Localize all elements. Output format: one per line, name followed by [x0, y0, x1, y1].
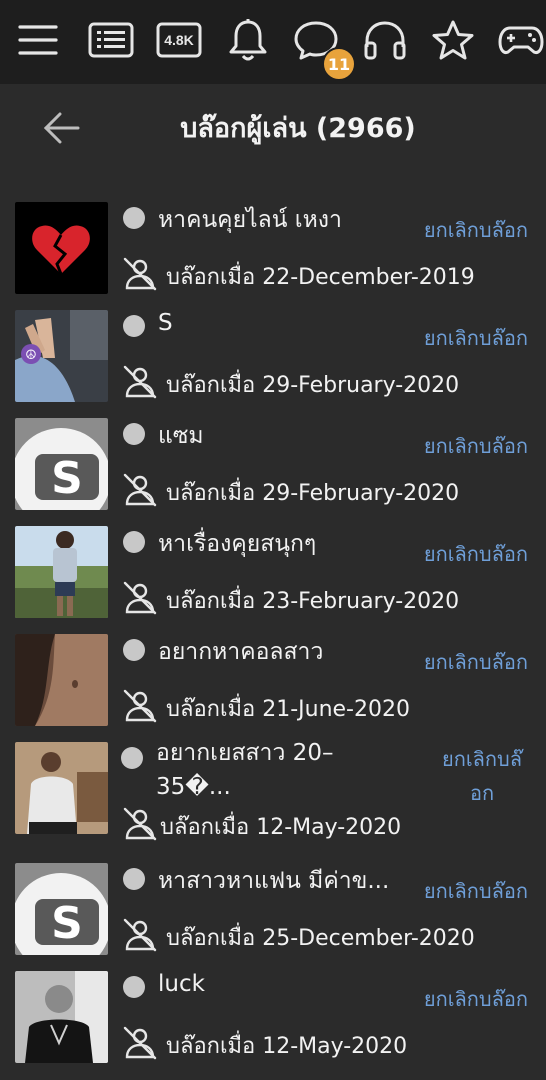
list-icon[interactable] — [88, 17, 134, 63]
status-dot — [123, 976, 145, 998]
blocked-date: บล๊อกเมื่อ 29-February-2020 — [166, 481, 460, 506]
top-navigation-bar: 4.8K 11 — [0, 0, 546, 84]
unblock-button[interactable]: ยกเลิกบล๊อก — [424, 983, 528, 1015]
user-name: อยากหาคอลสาว — [158, 639, 324, 665]
blocked-date: บล๊อกเมื่อ 25-December-2020 — [166, 926, 475, 951]
blocked-user-list: หาคนคุยไลน์ เหงา ยกเลิกบล๊อก บล๊อกเมื่อ … — [0, 196, 546, 1073]
status-dot — [123, 868, 145, 890]
svg-text:S: S — [51, 898, 83, 949]
list-item: อยากเยสสาว 20–35�... ยกเลิกบล๊อก บล๊อกเม… — [0, 736, 546, 857]
blocked-user-icon — [122, 256, 158, 292]
hd-label: 4.8K — [164, 32, 194, 48]
avatar[interactable] — [15, 971, 108, 1063]
unblock-button[interactable]: ยกเลิกบล๊อก — [424, 322, 528, 354]
hd-icon[interactable]: 4.8K — [156, 17, 202, 63]
user-name: หาสาวหาแฟน มีค่าข... — [158, 868, 390, 894]
unblock-button[interactable]: ยกเลิกบล๊อก — [424, 875, 528, 907]
svg-text:☮: ☮ — [25, 348, 37, 363]
avatar[interactable] — [15, 202, 108, 294]
avatar[interactable] — [15, 742, 108, 834]
list-item: luck ยกเลิกบล๊อก บล๊อกเมื่อ 12-May-2020 — [0, 965, 546, 1073]
gamepad-icon[interactable] — [498, 17, 544, 63]
list-item: S แซม ยกเลิกบล๊อก บล๊อกเมื่อ 29-February… — [0, 412, 546, 520]
list-item: หาคนคุยไลน์ เหงา ยกเลิกบล๊อก บล๊อกเมื่อ … — [0, 196, 546, 304]
blocked-user-icon — [122, 806, 158, 842]
unblock-button[interactable]: ยกเลิกบล๊อก — [424, 214, 528, 246]
user-name: S — [158, 310, 173, 336]
user-name: แซม — [158, 423, 204, 449]
blocked-user-icon — [122, 472, 158, 508]
svg-text:S: S — [51, 453, 83, 504]
status-dot — [123, 423, 145, 445]
blocked-date: บล๊อกเมื่อ 29-February-2020 — [166, 373, 460, 398]
avatar[interactable]: S — [15, 418, 108, 510]
user-name: หาเรื่องคุยสนุกๆ — [158, 531, 317, 557]
status-dot — [121, 747, 143, 769]
star-icon[interactable] — [430, 17, 476, 63]
list-item: S หาสาวหาแฟน มีค่าข... ยกเลิกบล๊อก บล๊อก… — [0, 857, 546, 965]
list-item: ☮ S ยกเลิกบล๊อก บล๊อกเมื่อ 29-February-2… — [0, 304, 546, 412]
list-item: หาเรื่องคุยสนุกๆ ยกเลิกบล๊อก บล๊อกเมื่อ … — [0, 520, 546, 628]
unblock-button[interactable]: ยกเลิกบล๊อก — [424, 646, 528, 678]
blocked-date: บล๊อกเมื่อ 23-February-2020 — [166, 589, 460, 614]
unblock-button[interactable]: ยกเลิกบล๊อก — [424, 430, 528, 462]
blocked-user-icon — [122, 364, 158, 400]
blocked-user-icon — [122, 580, 158, 616]
status-dot — [123, 639, 145, 661]
status-dot — [123, 531, 145, 553]
user-name: หาคนคุยไลน์ เหงา — [158, 207, 342, 233]
unblock-button[interactable]: ยกเลิกบล๊อก — [424, 538, 528, 570]
list-item: อยากหาคอลสาว ยกเลิกบล๊อก บล๊อกเมื่อ 21-J… — [0, 628, 546, 736]
bell-icon[interactable] — [225, 17, 271, 63]
blocked-date: บล๊อกเมื่อ 21-June-2020 — [166, 697, 410, 722]
user-name: luck — [158, 971, 205, 997]
chat-badge: 11 — [322, 47, 356, 81]
blocked-date: บล๊อกเมื่อ 12-May-2020 — [166, 1034, 408, 1059]
page-title: บล๊อกผู้เล่น (2966) — [180, 113, 416, 144]
user-name: อยากเยสสาว 20–35�... — [156, 740, 334, 800]
blocked-user-icon — [122, 688, 158, 724]
unblock-button[interactable]: ยกเลิกบล๊อก — [432, 742, 532, 810]
blocked-date: บล๊อกเมื่อ 12-May-2020 — [160, 815, 402, 840]
avatar[interactable]: ☮ — [15, 310, 108, 402]
avatar[interactable]: S — [15, 863, 108, 955]
headphones-icon[interactable] — [362, 17, 408, 63]
avatar[interactable] — [15, 526, 108, 618]
menu-icon[interactable] — [15, 17, 61, 63]
status-dot — [123, 207, 145, 229]
blocked-user-icon — [122, 1025, 158, 1061]
status-dot — [123, 315, 145, 337]
blocked-user-icon — [122, 917, 158, 953]
avatar[interactable] — [15, 634, 108, 726]
blocked-date: บล๊อกเมื่อ 22-December-2019 — [166, 265, 475, 290]
